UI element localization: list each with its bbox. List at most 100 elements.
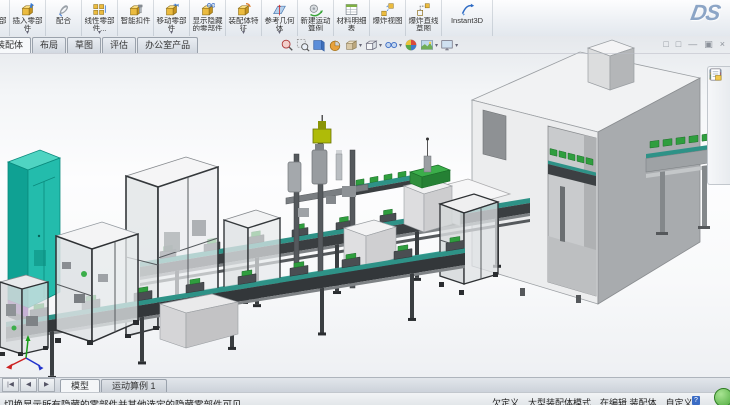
- tab-scroll-left[interactable]: ◀: [20, 378, 37, 392]
- section-view-icon[interactable]: [328, 38, 342, 52]
- status-item: 在编辑 装配体: [600, 396, 657, 405]
- white-panel-cabinet[interactable]: [55, 222, 139, 345]
- window-icon-b[interactable]: □: [676, 38, 681, 50]
- chevron-down-icon[interactable]: ▾: [435, 42, 438, 49]
- tab-运动算例 1[interactable]: 运动算例 1: [101, 379, 167, 393]
- ribbon-button-edit-component[interactable]: 编辑零部件: [0, 0, 10, 36]
- ribbon-button-mate[interactable]: 配合: [46, 0, 82, 36]
- ribbon-button-linear-pattern[interactable]: 线性零部件...▾: [82, 0, 118, 36]
- ribbon-button-label: 装配体特征: [227, 17, 260, 31]
- ribbon-button-instant3d[interactable]: Instant3D: [442, 0, 493, 36]
- ribbon-button-insert-component[interactable]: 插入零部件▾: [10, 0, 46, 36]
- status-message: 切换显示所有隐藏的零部件并其他选定的隐藏零部件可见: [4, 397, 242, 405]
- tab-办公室产品[interactable]: 办公室产品: [137, 37, 198, 53]
- conveyor-part[interactable]: [676, 137, 685, 145]
- command-manager-ribbon: 编辑零部件插入零部件▾配合线性零部件...▾智能扣件移动零部件▾显示隐藏的零部件…: [0, 0, 730, 37]
- motor-unit[interactable]: [313, 115, 331, 143]
- window-icon-a[interactable]: □: [663, 38, 668, 50]
- status-bar: 切换显示所有隐藏的零部件并其他选定的隐藏零部件可见 欠定义大型装配体模式在编辑 …: [0, 392, 730, 405]
- conveyor-part[interactable]: [318, 332, 326, 335]
- hide-show-items-icon[interactable]: ▾: [384, 38, 402, 52]
- reference-geometry-icon: [272, 2, 287, 17]
- ribbon-button-label: 材料明细表: [335, 17, 368, 31]
- chevron-down-icon[interactable]: ▾: [359, 42, 362, 49]
- study-tab-bar: |◀◀▶ 模型运动算例 1: [0, 377, 730, 393]
- document-tabs: 装配体布局草图评估办公室产品: [0, 36, 199, 53]
- ribbon-buttons: 编辑零部件插入零部件▾配合线性零部件...▾智能扣件移动零部件▾显示隐藏的零部件…: [0, 0, 493, 36]
- ribbon-button-show-hidden-components[interactable]: 显示隐藏的零部件: [190, 0, 226, 36]
- assembly-model-scene[interactable]: [0, 36, 730, 377]
- ribbon-button-label: 插入零部件: [11, 17, 44, 31]
- tab-评估[interactable]: 评估: [102, 37, 136, 53]
- ribbon-button-label: Instant3D: [451, 17, 483, 25]
- ribbon-button-new-motion-study[interactable]: 新建运动算例: [298, 0, 334, 36]
- close-button[interactable]: ×: [720, 38, 725, 50]
- chevron-down-icon[interactable]: ▾: [399, 42, 402, 49]
- ribbon-button-reference-geometry[interactable]: 参考几何体▾: [262, 0, 298, 36]
- conveyor-part[interactable]: [138, 361, 146, 364]
- gray-box[interactable]: [160, 294, 238, 348]
- 3d-viewport[interactable]: [0, 36, 730, 377]
- command-tab-strip: 装配体布局草图评估办公室产品 ▾ ▾ ▾ ▾ ▾ □ □ — ▣ ×: [0, 36, 730, 54]
- ribbon-button-explode-line-sketch[interactable]: 爆炸直线草图: [406, 0, 442, 36]
- tab-模型[interactable]: 模型: [60, 379, 100, 393]
- minimize-button[interactable]: —: [688, 38, 697, 50]
- view-orientation-icon[interactable]: ▾: [344, 38, 362, 52]
- zoom-to-area-icon[interactable]: [296, 38, 310, 52]
- conveyor-part[interactable]: [320, 288, 324, 333]
- new-motion-study-icon: [308, 2, 323, 17]
- conveyor-part[interactable]: [333, 291, 341, 294]
- previous-view-icon[interactable]: [312, 38, 326, 52]
- ribbon-button-assembly-features[interactable]: 装配体特征▾: [226, 0, 262, 36]
- edit-appearance-icon[interactable]: [404, 38, 418, 52]
- tab-scroll-right[interactable]: ▶: [38, 378, 55, 392]
- conveyor-part[interactable]: [253, 304, 261, 307]
- conveyor-part[interactable]: [50, 331, 54, 376]
- ribbon-button-bill-of-materials[interactable]: 材料明细表: [334, 0, 370, 36]
- conveyor-part[interactable]: [228, 347, 236, 350]
- study-tabs: 模型运动算例 1: [60, 379, 168, 393]
- conveyor-part[interactable]: [410, 273, 414, 318]
- conveyor-part[interactable]: [408, 318, 416, 321]
- far-left-machine[interactable]: [0, 275, 48, 356]
- ribbon-button-smart-fasteners[interactable]: 智能扣件: [118, 0, 154, 36]
- ribbon-button-move-component[interactable]: 移动零部件▾: [154, 0, 190, 36]
- window-controls: □ □ — ▣ ×: [663, 38, 725, 50]
- instant3d-icon: [460, 2, 475, 17]
- restore-button[interactable]: ▣: [704, 38, 713, 50]
- ribbon-button-label: 智能扣件: [121, 17, 151, 25]
- view-settings-icon[interactable]: ▾: [440, 38, 458, 52]
- tab-scroll-start[interactable]: |◀: [2, 378, 19, 392]
- conveyor-part[interactable]: [689, 135, 698, 143]
- green-fixture[interactable]: [410, 138, 450, 189]
- tab-布局[interactable]: 布局: [32, 37, 66, 53]
- zoom-to-fit-icon[interactable]: [280, 38, 294, 52]
- solidworks-window: 编辑零部件插入零部件▾配合线性零部件...▾智能扣件移动零部件▾显示隐藏的零部件…: [0, 0, 730, 405]
- conveyor-part[interactable]: [650, 140, 659, 148]
- apply-scene-icon[interactable]: ▾: [420, 38, 438, 52]
- ribbon-button-label: 爆炸视图: [373, 17, 403, 25]
- exploded-view-icon: [380, 2, 395, 17]
- conveyor-part[interactable]: [663, 139, 672, 147]
- ribbon-button-label: 爆炸直线草图: [407, 17, 440, 31]
- show-hidden-components-icon: [200, 2, 215, 17]
- ribbon-button-exploded-view[interactable]: 爆炸视图: [370, 0, 406, 36]
- help-icon[interactable]: ?: [692, 396, 700, 405]
- tab-scroll-buttons: |◀◀▶: [2, 378, 55, 392]
- tab-草图[interactable]: 草图: [67, 37, 101, 53]
- display-style-icon[interactable]: ▾: [364, 38, 382, 52]
- tab-装配体[interactable]: 装配体: [0, 37, 31, 53]
- ribbon-button-label: 新建运动算例: [299, 17, 332, 31]
- assembly-features-icon: [236, 2, 251, 17]
- status-item: 欠定义: [492, 396, 519, 405]
- ribbon-button-label: 编辑零部件: [0, 17, 8, 31]
- chevron-down-icon[interactable]: ▾: [379, 42, 382, 49]
- conveyor-part[interactable]: [413, 278, 421, 281]
- task-pane-tabs: [707, 66, 730, 185]
- chevron-down-icon[interactable]: ▾: [455, 42, 458, 49]
- headsup-view-toolbar: ▾ ▾ ▾ ▾ ▾: [280, 37, 458, 53]
- door-opening[interactable]: [548, 126, 596, 296]
- smart-fasteners-icon: [128, 2, 143, 17]
- conveyor-part[interactable]: [140, 317, 144, 362]
- notification-balloon-icon[interactable]: [714, 388, 730, 405]
